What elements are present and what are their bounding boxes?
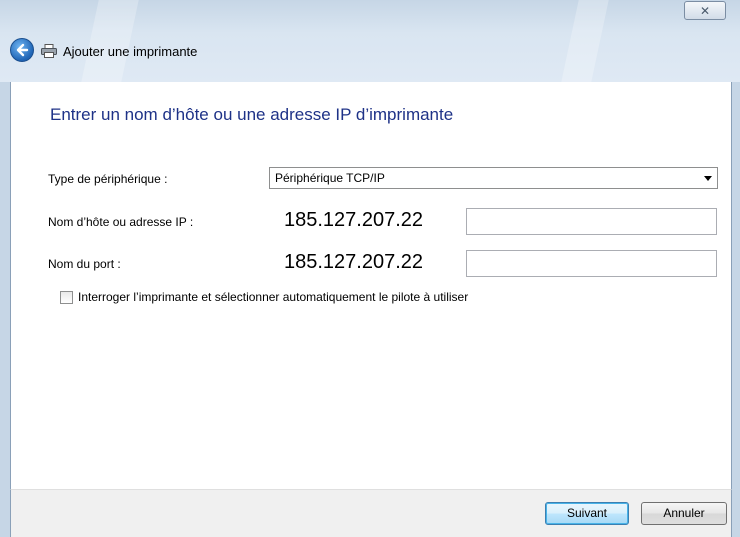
next-button[interactable]: Suivant [545, 502, 629, 525]
close-icon: ✕ [699, 4, 711, 18]
port-name-input[interactable] [466, 250, 717, 277]
hostname-input-value[interactable]: 185.127.207.22 [284, 209, 423, 232]
page-title: Entrer un nom d’hôte ou une adresse IP d… [50, 105, 454, 124]
port-name-label: Nom du port : [48, 257, 121, 271]
device-type-value: Périphérique TCP/IP [275, 171, 385, 185]
chevron-down-icon [704, 176, 712, 181]
query-printer-checkbox-label[interactable]: Interroger l’imprimante et sélectionner … [78, 290, 468, 304]
glass-highlight [81, 0, 139, 82]
title-bar [0, 0, 740, 82]
window-frame-right [732, 82, 740, 537]
port-name-input-value[interactable]: 185.127.207.22 [284, 251, 423, 274]
back-button[interactable] [10, 38, 34, 62]
window-title: Ajouter une imprimante [63, 44, 198, 59]
hostname-label: Nom d’hôte ou adresse IP : [48, 215, 194, 229]
device-type-label: Type de périphérique : [48, 172, 168, 186]
cancel-button[interactable]: Annuler [641, 502, 727, 525]
close-button[interactable]: ✕ [684, 1, 726, 20]
window-frame-bottom [0, 489, 10, 537]
glass-highlight [561, 0, 609, 82]
device-type-select[interactable]: Périphérique TCP/IP [269, 167, 718, 189]
query-printer-checkbox[interactable] [60, 291, 73, 304]
hostname-input[interactable] [466, 208, 717, 235]
printer-icon [41, 44, 57, 58]
window-frame-left [0, 82, 10, 489]
content-panel [10, 82, 732, 489]
back-arrow-icon [16, 43, 29, 57]
